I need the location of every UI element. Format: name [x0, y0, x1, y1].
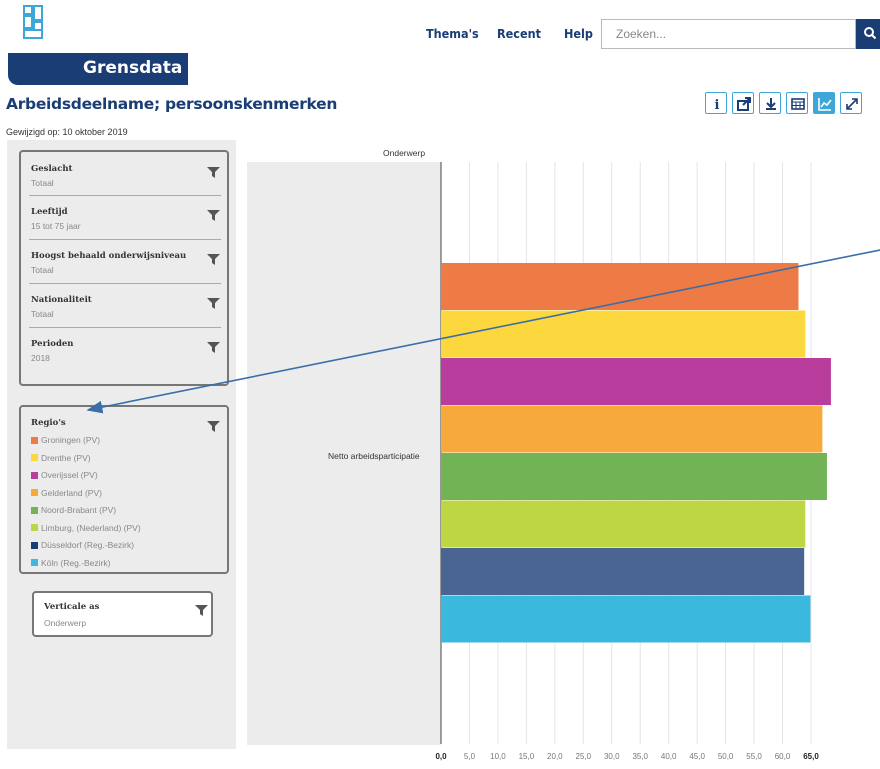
bar[interactable] — [441, 453, 827, 500]
bar[interactable] — [441, 358, 831, 405]
x-tick-label: 25,0 — [576, 752, 592, 761]
x-tick-label: 50,0 — [718, 752, 734, 761]
bar[interactable] — [441, 310, 806, 358]
x-tick-label: 0,0 — [435, 752, 447, 761]
x-tick-label: 30,0 — [604, 752, 620, 761]
x-tick-label: 15,0 — [519, 752, 535, 761]
bar-chart: 0,0 5,0 10,0 15,0 20,0 25,0 30,0 35,0 40,0 45,0 50… — [435, 162, 831, 761]
x-tick-label: 40,0 — [661, 752, 677, 761]
x-tick-label: 5,0 — [464, 752, 476, 761]
x-tick-label: 10,0 — [490, 752, 506, 761]
x-tick-label: 45,0 — [689, 752, 705, 761]
x-tick-label: 55,0 — [746, 752, 762, 761]
x-tick-label: 60,0 — [775, 752, 791, 761]
bar[interactable] — [441, 263, 799, 310]
bar[interactable] — [441, 405, 823, 453]
bar[interactable] — [441, 548, 805, 595]
x-tick-label: 35,0 — [632, 752, 648, 761]
x-tick-label: 65,0 — [803, 752, 819, 761]
bar[interactable] — [441, 595, 811, 643]
x-tick-label: 20,0 — [547, 752, 563, 761]
bar[interactable] — [441, 500, 806, 548]
